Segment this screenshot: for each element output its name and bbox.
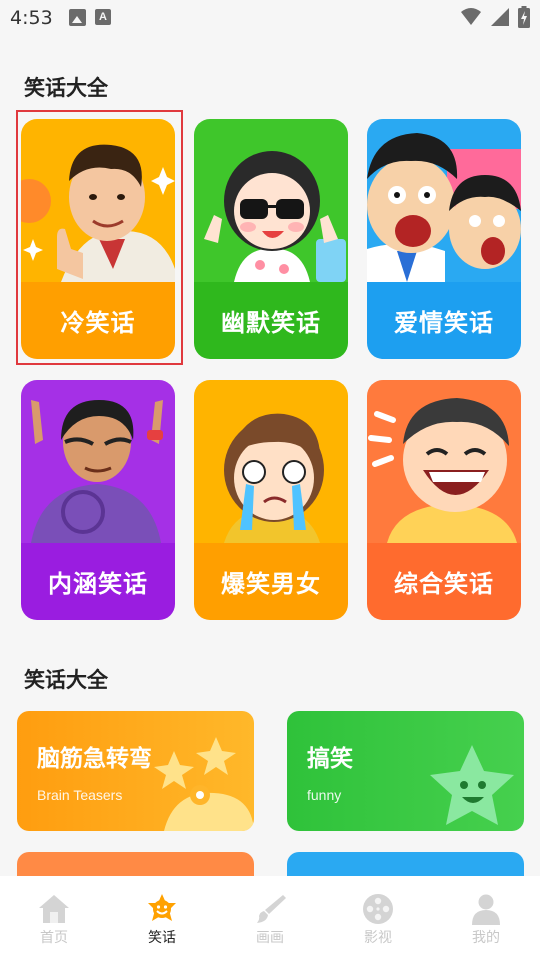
nav-label: 画画 [256,930,284,946]
status-time: 4:53 [10,7,53,29]
funny-card[interactable]: 搞笑 funny [287,711,524,831]
a-notification-icon: A [95,9,111,25]
feature-subtitle: funny [307,787,342,803]
general-jokes-illustration [367,380,521,543]
status-bar: 4:53 A [0,0,540,38]
subtle-jokes-illustration [21,380,175,543]
nav-item-drawing[interactable]: 画画 [216,876,324,960]
category-label: 爱情笑话 [394,309,494,337]
nav-label: 我的 [472,930,500,946]
brain-teasers-card[interactable]: 脑筋急转弯 Brain Teasers [17,711,254,831]
user-icon [472,894,500,925]
nav-label: 首页 [40,930,68,946]
battery-icon [518,6,530,28]
section-title: 笑话大全 [24,76,108,100]
green-star-mascot-icon [430,745,514,825]
feature-title: 脑筋急转弯 [37,746,152,772]
brush-icon [257,895,286,923]
section-title: 笑话大全 [24,668,108,692]
feature-subtitle: Brain Teasers [37,787,123,803]
joke-icon [148,894,176,921]
category-label: 幽默笑话 [221,309,321,337]
wifi-icon [461,8,481,25]
nav-item-home[interactable]: 首页 [0,876,108,960]
nav-item-profile[interactable]: 我的 [432,876,540,960]
category-card-subtle-jokes[interactable]: 内涵笑话 [21,380,175,620]
star-mascot-icon [154,737,254,831]
love-jokes-illustration [367,119,521,282]
nav-item-jokes[interactable]: 笑话 [108,876,216,960]
app-screen: 4:53 A 笑话大全 冷笑话 幽默笑话 爱情笑话 内涵笑话 爆笑男女 综合笑话… [0,0,540,960]
category-card-love-jokes[interactable]: 爱情笑话 [367,119,521,359]
category-card-humor-jokes[interactable]: 幽默笑话 [194,119,348,359]
signal-icon [491,8,509,26]
category-label: 爆笑男女 [221,570,321,598]
selection-highlight [16,110,183,365]
nav-label: 影视 [364,930,392,946]
feature-title: 搞笑 [307,746,353,772]
nav-item-film[interactable]: 影视 [324,876,432,960]
category-card-general-jokes[interactable]: 综合笑话 [367,380,521,620]
nav-label: 笑话 [148,930,176,946]
humor-jokes-illustration [194,119,348,282]
category-label: 综合笑话 [394,570,494,598]
bottom-navigation: 首页 笑话 画画 影视 我的 [0,876,540,960]
category-label: 内涵笑话 [48,570,148,598]
home-icon [39,895,69,923]
funny-men-women-illustration [194,380,348,543]
film-reel-icon [363,894,393,924]
category-card-funny-men-women[interactable]: 爆笑男女 [194,380,348,620]
image-notification-icon [69,9,86,26]
